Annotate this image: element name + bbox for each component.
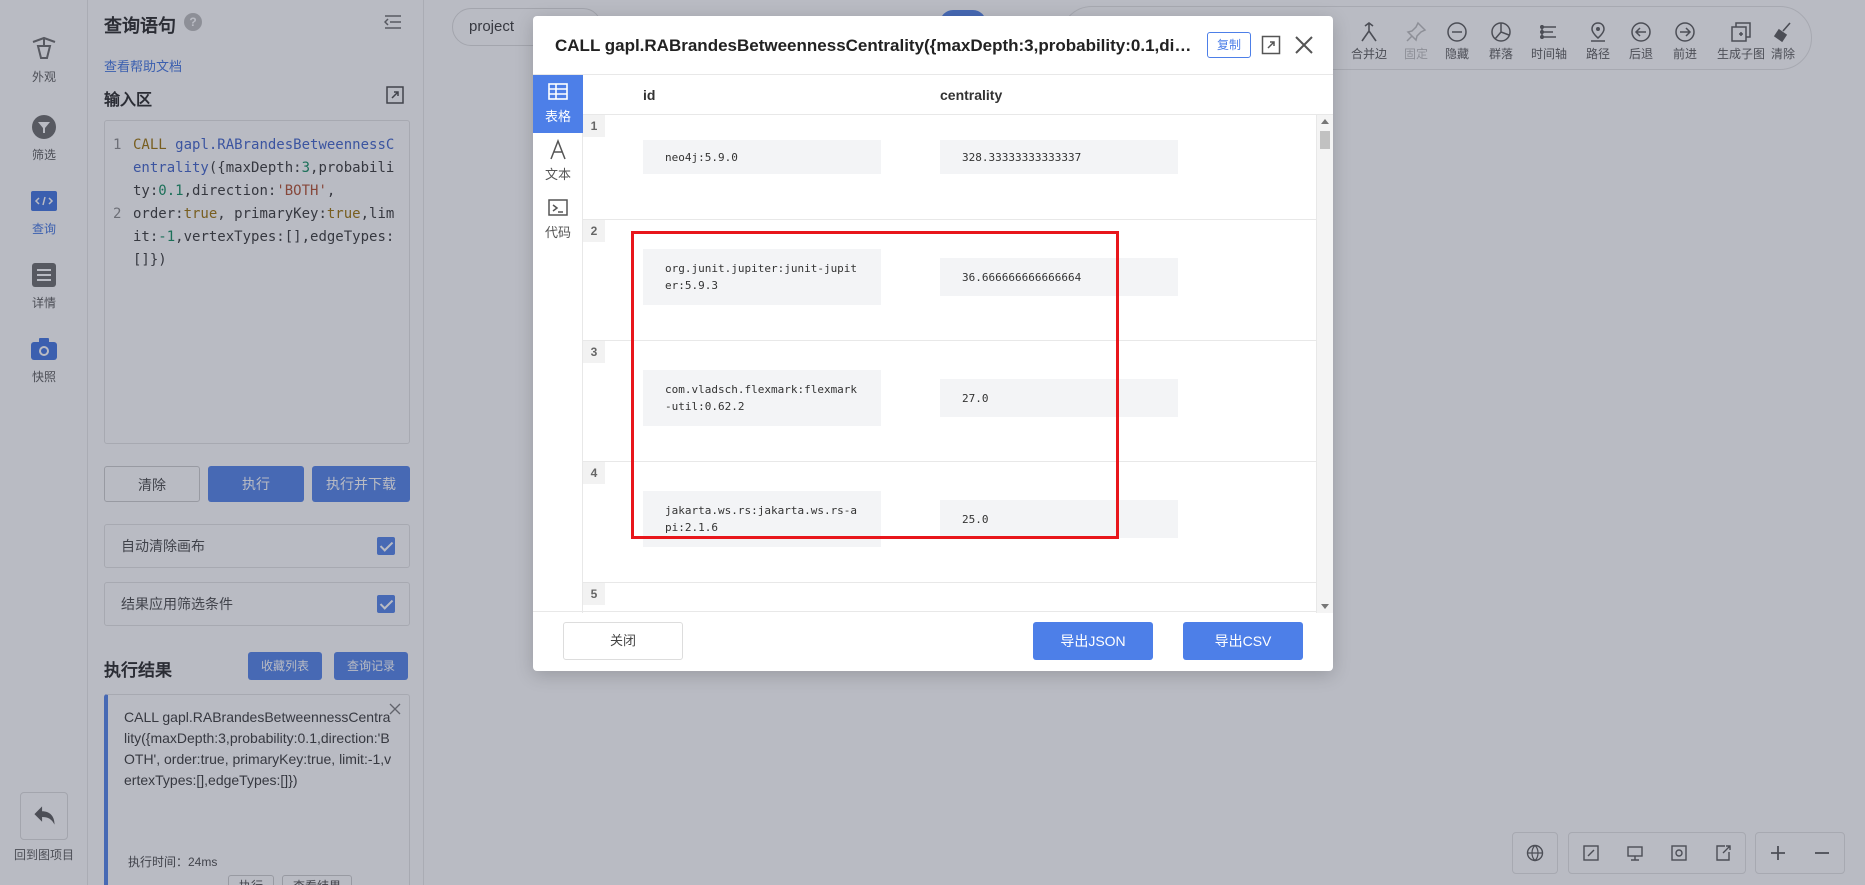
- column-header-id: id: [643, 87, 656, 103]
- column-header-centrality: centrality: [940, 87, 1003, 103]
- table-scrollbar[interactable]: [1316, 115, 1333, 613]
- modal-title: CALL gapl.RABrandesBetweennessCentrality…: [555, 36, 1195, 55]
- row-number: 1: [583, 115, 605, 137]
- copy-button[interactable]: 复制: [1207, 32, 1251, 58]
- row-number: 2: [583, 220, 605, 242]
- code-icon: [548, 199, 568, 216]
- row-number: 4: [583, 462, 605, 484]
- cell-centrality: 328.33333333333337: [940, 140, 1178, 174]
- result-modal: CALL gapl.RABrandesBetweennessCentrality…: [533, 16, 1333, 671]
- export-csv-button[interactable]: 导出CSV: [1183, 622, 1303, 660]
- table-header: id centrality: [583, 75, 1333, 115]
- scroll-up-arrow[interactable]: [1321, 119, 1329, 124]
- modal-close-button[interactable]: 关闭: [563, 622, 683, 660]
- export-json-button[interactable]: 导出JSON: [1033, 622, 1153, 660]
- tab-label: 代码: [544, 225, 571, 240]
- tab-text[interactable]: 文本: [533, 133, 583, 191]
- tab-label: 表格: [544, 109, 571, 124]
- row-number: 5: [583, 583, 605, 605]
- row-number: 3: [583, 341, 605, 363]
- scroll-down-arrow[interactable]: [1321, 604, 1329, 609]
- tab-code[interactable]: 代码: [533, 191, 583, 249]
- cell-id: neo4j:5.9.0: [643, 140, 881, 174]
- maximize-icon[interactable]: [1261, 35, 1281, 55]
- view-tabs: 表格 文本 代码: [533, 75, 583, 613]
- table-row: 1 neo4j:5.9.0 328.33333333333337: [583, 115, 1316, 220]
- tab-table[interactable]: 表格: [533, 75, 583, 133]
- close-icon[interactable]: [1293, 34, 1315, 56]
- text-icon: [550, 139, 566, 160]
- table-icon: [548, 83, 568, 100]
- table-row: 5: [583, 583, 1316, 613]
- highlight-box: [631, 231, 1119, 539]
- tab-label: 文本: [544, 167, 571, 182]
- scroll-thumb[interactable]: [1320, 131, 1330, 149]
